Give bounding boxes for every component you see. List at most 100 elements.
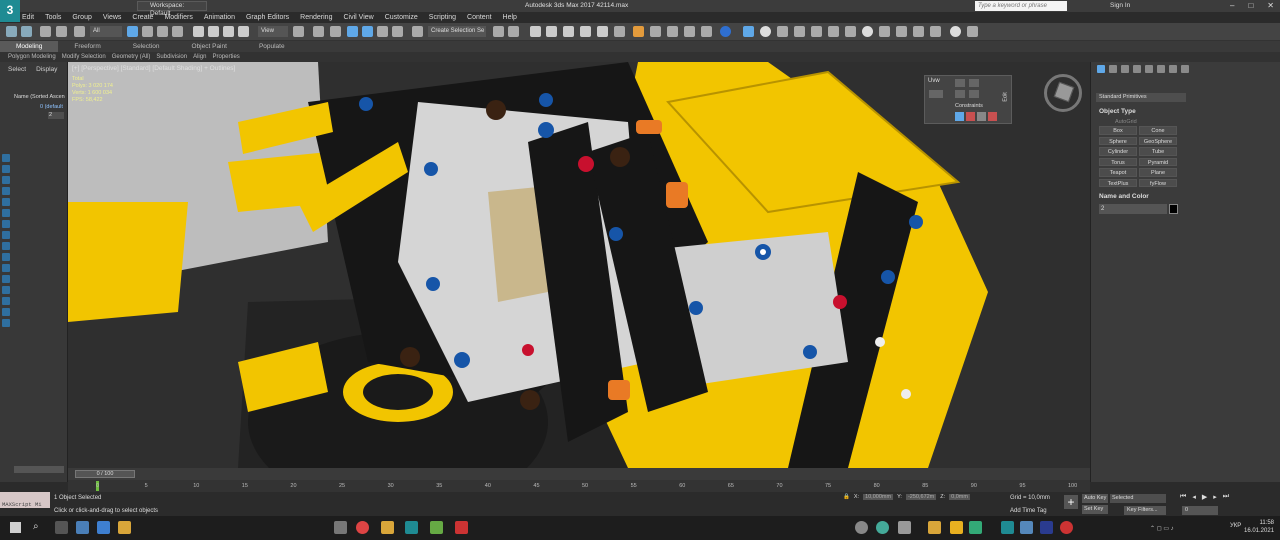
filter-geometry-icon[interactable]: [2, 154, 10, 162]
taskbar-app-icon[interactable]: [455, 521, 468, 534]
track-bar[interactable]: 0 5 10 15 20 25 30 35 40 45 50 55 60 65 70 75 80 85 90 95 10…: [68, 480, 1090, 492]
menu-scripting[interactable]: Scripting: [429, 12, 456, 23]
current-frame-field[interactable]: 0: [1182, 506, 1218, 515]
taskbar-app-icon[interactable]: [969, 521, 982, 534]
filter-spacewarps-icon[interactable]: [2, 209, 10, 217]
geosphere-button[interactable]: GeoSphere: [1139, 136, 1177, 145]
align-icon[interactable]: [508, 26, 519, 37]
torus-button[interactable]: Torus: [1099, 157, 1137, 166]
3ds-max-icon[interactable]: [1001, 521, 1014, 534]
camera-icon[interactable]: [828, 26, 839, 37]
lightbulb-icon[interactable]: [967, 26, 978, 37]
environment-icon[interactable]: [950, 26, 961, 37]
filter-xrefs-icon[interactable]: [2, 231, 10, 239]
auto-key-button[interactable]: Auto Key: [1082, 494, 1108, 503]
filter-helpers-icon[interactable]: [2, 198, 10, 206]
chrome-icon[interactable]: [356, 521, 369, 534]
viewport-settings-icon[interactable]: [930, 26, 941, 37]
tyflow-button[interactable]: fyFlow: [1139, 178, 1177, 187]
sphere-icon[interactable]: [760, 26, 771, 37]
taskbar-app-icon[interactable]: [898, 521, 911, 534]
render-production-icon[interactable]: [667, 26, 678, 37]
system-tray-icons[interactable]: ⌃ ◻ ▭ ♪: [1150, 525, 1210, 533]
task-view-icon[interactable]: [55, 521, 68, 534]
tab-selection[interactable]: Selection: [117, 41, 176, 52]
filter-all-icon[interactable]: [2, 286, 10, 294]
pyramid-button[interactable]: Pyramid: [1139, 157, 1177, 166]
box-button[interactable]: Box: [1099, 126, 1137, 135]
material-editor-icon[interactable]: [614, 26, 625, 37]
photoshop-icon[interactable]: [1040, 521, 1053, 534]
a360-gallery-icon[interactable]: [701, 26, 712, 37]
search-input[interactable]: Type a keyword or phrase: [975, 1, 1067, 11]
mirror-icon[interactable]: [493, 26, 504, 37]
set-key-button[interactable]: Set Key: [1082, 505, 1108, 514]
sign-in-link[interactable]: Sign In: [1110, 0, 1130, 12]
object-name-input[interactable]: 2: [1099, 204, 1167, 214]
taskbar-app-icon[interactable]: [1020, 521, 1033, 534]
texture-icon[interactable]: [879, 26, 890, 37]
rectangular-selection-icon[interactable]: [157, 26, 168, 37]
rendered-frame-window-icon[interactable]: [650, 26, 661, 37]
taskbar-app-icon[interactable]: [928, 521, 941, 534]
properties-panel[interactable]: Properties: [212, 52, 239, 62]
constraint-face-icon[interactable]: [977, 112, 986, 121]
menu-edit[interactable]: Edit: [22, 12, 34, 23]
uvw-edit-label[interactable]: Edit: [1003, 92, 1009, 101]
create-tab-icon[interactable]: [1097, 65, 1105, 73]
previous-frame-icon[interactable]: ◂: [1192, 493, 1196, 501]
folder-icon[interactable]: [381, 521, 394, 534]
filter-groups-icon[interactable]: [2, 220, 10, 228]
render-in-cloud-icon[interactable]: [684, 26, 695, 37]
maximize-icon[interactable]: □: [1248, 0, 1253, 12]
play-icon[interactable]: ▶: [1202, 493, 1207, 501]
tab-object-paint[interactable]: Object Paint: [176, 41, 243, 52]
add-time-tag-button[interactable]: Add Time Tag: [1010, 508, 1047, 514]
space-warps-icon[interactable]: [1169, 65, 1177, 73]
constraint-none-icon[interactable]: [955, 112, 964, 121]
object-type-rollout[interactable]: Object Type: [1099, 108, 1136, 115]
system-clock[interactable]: 11:58 16.01.2021: [1244, 519, 1274, 535]
menu-group[interactable]: Group: [72, 12, 91, 23]
3ds-max-icon[interactable]: [405, 521, 418, 534]
preview-icon[interactable]: [913, 26, 924, 37]
taskbar-app-icon[interactable]: [76, 521, 89, 534]
window-crossing-icon[interactable]: [172, 26, 183, 37]
material-sphere-icon[interactable]: [862, 26, 873, 37]
menu-help[interactable]: Help: [503, 12, 517, 23]
key-filters-button[interactable]: Key Filters...: [1124, 506, 1166, 515]
app-logo[interactable]: 3: [0, 0, 20, 22]
cylinder-button[interactable]: Cylinder: [1099, 147, 1137, 156]
select-and-manipulate-icon[interactable]: [313, 26, 324, 37]
ribbon-toggle-icon[interactable]: [563, 26, 574, 37]
curve-editor-icon[interactable]: [580, 26, 591, 37]
explorer-layer-default[interactable]: 0 (default: [40, 104, 63, 110]
go-to-end-icon[interactable]: ⏭: [1223, 493, 1229, 501]
grid-toggle-icon[interactable]: [794, 26, 805, 37]
explorer-column-header[interactable]: Name (Sorted Ascen: [14, 94, 65, 100]
bind-space-warp-icon[interactable]: [74, 26, 85, 37]
z-coordinate-field[interactable]: 0,0mm: [949, 494, 970, 500]
taskbar-app-icon[interactable]: [97, 521, 110, 534]
object-color-swatch[interactable]: [1169, 204, 1178, 214]
menu-views[interactable]: Views: [103, 12, 122, 23]
menu-tools[interactable]: Tools: [45, 12, 61, 23]
uvw-tool-icon[interactable]: [955, 90, 965, 98]
y-coordinate-field[interactable]: -250,672m: [905, 494, 937, 500]
tube-button[interactable]: Tube: [1139, 147, 1177, 156]
plane-button[interactable]: Plane: [1139, 168, 1177, 177]
lights-icon[interactable]: [1133, 65, 1141, 73]
render-setup-icon[interactable]: [633, 26, 644, 37]
align-panel[interactable]: Align: [193, 52, 206, 62]
go-to-start-icon[interactable]: ⏮: [1180, 493, 1186, 501]
lock-selection-icon[interactable]: 🔒: [843, 494, 850, 500]
light-lister-icon[interactable]: [743, 26, 754, 37]
filter-invert-icon[interactable]: [2, 308, 10, 316]
uvw-tool-icon[interactable]: [969, 79, 979, 87]
display-mode-icon[interactable]: [845, 26, 856, 37]
maxscript-listener[interactable]: MAXScript Mi: [0, 492, 50, 508]
input-language-indicator[interactable]: УКР: [1230, 523, 1241, 529]
sphere-button[interactable]: Sphere: [1099, 136, 1137, 145]
constraint-edge-icon[interactable]: [966, 112, 975, 121]
move-icon[interactable]: [193, 26, 204, 37]
